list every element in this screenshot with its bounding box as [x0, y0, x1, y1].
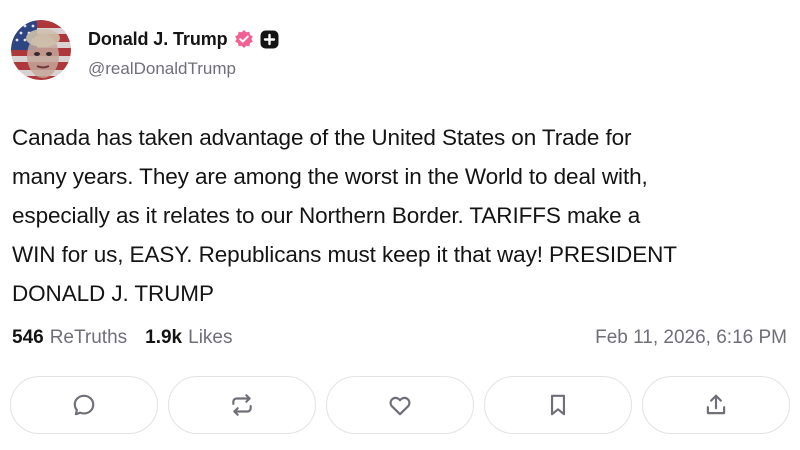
like-button[interactable] [326, 376, 474, 434]
likes-label: Likes [188, 327, 233, 348]
heart-icon [387, 392, 413, 418]
post-timestamp[interactable]: Feb 11, 2026, 6:16 PM [595, 327, 787, 349]
plus-badge-icon [260, 30, 279, 49]
share-button[interactable] [642, 376, 790, 434]
bookmark-icon [545, 392, 571, 418]
display-name[interactable]: Donald J. Trump [88, 29, 228, 50]
post-text-line: DONALD J. TRUMP [12, 281, 214, 306]
post-text-line: especially as it relates to our Northern… [12, 203, 641, 228]
retruths-count: 546 [12, 327, 44, 348]
post-card: Donald J. Trump @realDonaldTrump Canada … [0, 0, 800, 450]
avatar[interactable] [11, 20, 71, 80]
retruths-label: ReTruths [49, 327, 128, 348]
share-icon [703, 392, 729, 418]
author-info: Donald J. Trump @realDonaldTrump [88, 27, 279, 79]
repost-icon [229, 392, 255, 418]
bookmark-button[interactable] [484, 376, 632, 434]
likes-count: 1.9k [145, 327, 183, 348]
avatar-image [11, 20, 71, 80]
post-text-line: WIN for us, EASY. Republicans must keep … [12, 242, 677, 267]
retruth-button[interactable] [168, 376, 316, 434]
action-bar [10, 376, 790, 436]
engagement-stats: 546 ReTruths 1.9k Likes [12, 327, 232, 349]
verified-icon [234, 29, 254, 49]
comment-icon [71, 392, 97, 418]
post-text-line: many years. They are among the worst in … [12, 164, 648, 189]
retruths-stat[interactable]: 546 ReTruths [12, 327, 127, 349]
post-text: Canada has taken advantage of the United… [12, 118, 792, 313]
post-text-line: Canada has taken advantage of the United… [12, 125, 632, 150]
name-row: Donald J. Trump [88, 27, 279, 51]
likes-stat[interactable]: 1.9k Likes [145, 327, 232, 349]
handle[interactable]: @realDonaldTrump [88, 59, 279, 79]
reply-button[interactable] [10, 376, 158, 434]
